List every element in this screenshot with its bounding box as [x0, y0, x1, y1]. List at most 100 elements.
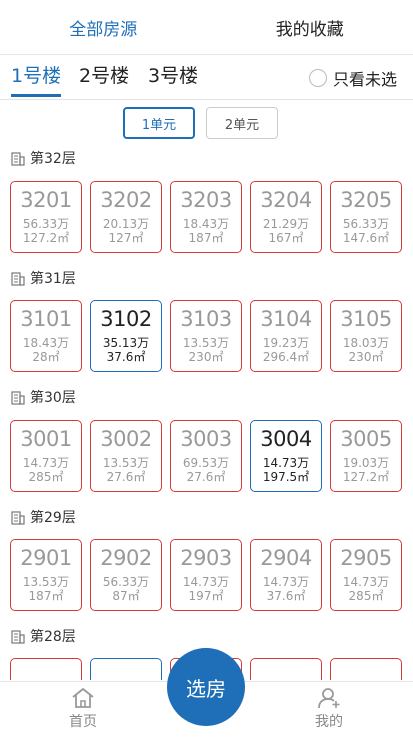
unit-2-button[interactable]: 2单元: [206, 107, 278, 139]
room-card[interactable]: 3003 69.53万 27.6㎡: [170, 420, 242, 492]
room-area: 127㎡: [108, 231, 144, 245]
tab-my-favorites[interactable]: 我的收藏: [207, 0, 413, 54]
room-number: 3204: [260, 188, 312, 212]
floor-label: 第29层: [30, 510, 76, 526]
room-area: 37.6㎡: [266, 589, 306, 603]
room-area: 230㎡: [188, 350, 224, 364]
room-number: 3102: [100, 307, 152, 331]
room-price: 56.33万: [102, 575, 150, 589]
tab-building-3[interactable]: 3号楼: [148, 63, 198, 97]
room-card[interactable]: 3002 13.53万 27.6㎡: [90, 420, 162, 492]
room-card[interactable]: 3101 18.43万 28㎡: [10, 300, 82, 372]
room-card[interactable]: 3102 35.13万 37.6㎡: [90, 300, 162, 372]
room-price: 13.53万: [22, 575, 70, 589]
room-price: 56.33万: [22, 217, 70, 231]
floor-label: 第30层: [30, 390, 76, 406]
room-card-partial[interactable]: [330, 658, 402, 680]
room-price: 20.13万: [102, 217, 150, 231]
room-card[interactable]: 3104 19.23万 296.4㎡: [250, 300, 322, 372]
room-card-partial[interactable]: [10, 658, 82, 680]
building-icon: [11, 390, 25, 405]
room-number: 2904: [260, 546, 312, 570]
room-number: 3105: [340, 307, 392, 331]
room-number: 2902: [100, 546, 152, 570]
tab-building-1[interactable]: 1号楼: [11, 63, 62, 97]
room-area: 127.2㎡: [342, 470, 390, 484]
room-price: 14.73万: [342, 575, 390, 589]
room-area: 197.5㎡: [262, 470, 310, 484]
nav-home-label: 首页: [69, 714, 97, 730]
floor-label: 第32层: [30, 151, 76, 167]
room-number: 3203: [180, 188, 232, 212]
room-card[interactable]: 3001 14.73万 285㎡: [10, 420, 82, 492]
room-area: 197㎡: [188, 589, 224, 603]
room-price: 13.53万: [102, 456, 150, 470]
room-price: 35.13万: [102, 336, 150, 350]
building-icon: [11, 271, 25, 286]
room-price: 18.03万: [342, 336, 390, 350]
building-icon: [11, 510, 25, 525]
room-price: 19.03万: [342, 456, 390, 470]
only-unsold-label: 只看未选: [332, 70, 397, 89]
room-card[interactable]: 3105 18.03万 230㎡: [330, 300, 402, 372]
room-card[interactable]: 3005 19.03万 127.2㎡: [330, 420, 402, 492]
room-price: 14.73万: [262, 456, 310, 470]
floor-header: 第29层: [10, 507, 76, 527]
room-card[interactable]: 2901 13.53万 187㎡: [10, 539, 82, 611]
room-card[interactable]: 3204 21.29万 167㎡: [250, 181, 322, 253]
floor-label: 第28层: [30, 629, 76, 645]
nav-home[interactable]: 首页: [53, 686, 113, 731]
building-icon: [11, 151, 25, 166]
room-card[interactable]: 2902 56.33万 87㎡: [90, 539, 162, 611]
top-tab-bar: 全部房源 我的收藏: [0, 0, 413, 55]
room-card[interactable]: 3203 18.43万 187㎡: [170, 181, 242, 253]
room-number: 3103: [180, 307, 232, 331]
room-price: 19.23万: [262, 336, 310, 350]
room-area: 167㎡: [268, 231, 304, 245]
room-card-partial[interactable]: [250, 658, 322, 680]
select-room-button[interactable]: 选房: [167, 648, 245, 726]
room-area: 127.2㎡: [22, 231, 70, 245]
tab-all-listings[interactable]: 全部房源: [0, 0, 207, 54]
room-number: 3202: [100, 188, 152, 212]
room-card[interactable]: 2904 14.73万 37.6㎡: [250, 539, 322, 611]
room-area: 296.4㎡: [262, 350, 310, 364]
room-area: 187㎡: [188, 231, 224, 245]
floor-header: 第32层: [10, 148, 76, 168]
room-area: 285㎡: [28, 470, 64, 484]
floor-header: 第30层: [10, 387, 76, 407]
room-area: 187㎡: [28, 589, 64, 603]
room-price: 18.43万: [22, 336, 70, 350]
only-unsold-toggle[interactable]: 只看未选: [308, 66, 397, 90]
user-icon: [318, 688, 340, 709]
tab-building-2[interactable]: 2号楼: [79, 63, 129, 97]
room-price: 18.43万: [182, 217, 230, 231]
room-area: 87㎡: [112, 589, 140, 603]
room-number: 3004: [260, 427, 312, 451]
room-card[interactable]: 3201 56.33万 127.2㎡: [10, 181, 82, 253]
nav-mine[interactable]: 我的: [299, 686, 359, 731]
floor-header: 第31层: [10, 268, 76, 288]
home-icon: [72, 688, 94, 708]
room-number: 3002: [100, 427, 152, 451]
unit-1-button[interactable]: 1单元: [123, 107, 195, 139]
building-tab-bar: 1号楼 2号楼 3号楼 只看未选: [0, 55, 413, 100]
building-icon: [11, 629, 25, 644]
room-card[interactable]: 3205 56.33万 147.6㎡: [330, 181, 402, 253]
radio-icon[interactable]: [308, 69, 327, 87]
room-card[interactable]: 2903 14.73万 197㎡: [170, 539, 242, 611]
room-number: 3005: [340, 427, 392, 451]
room-number: 2901: [20, 546, 72, 570]
room-number: 3001: [20, 427, 72, 451]
room-area: 27.6㎡: [106, 470, 146, 484]
room-card-partial[interactable]: [90, 658, 162, 680]
room-price: 14.73万: [22, 456, 70, 470]
room-number: 3101: [20, 307, 72, 331]
room-card[interactable]: 3202 20.13万 127㎡: [90, 181, 162, 253]
room-card[interactable]: 2905 14.73万 285㎡: [330, 539, 402, 611]
floor-header: 第28层: [10, 626, 76, 646]
room-area: 37.6㎡: [106, 350, 146, 364]
room-price: 14.73万: [182, 575, 230, 589]
room-card[interactable]: 3103 13.53万 230㎡: [170, 300, 242, 372]
room-card[interactable]: 3004 14.73万 197.5㎡: [250, 420, 322, 492]
